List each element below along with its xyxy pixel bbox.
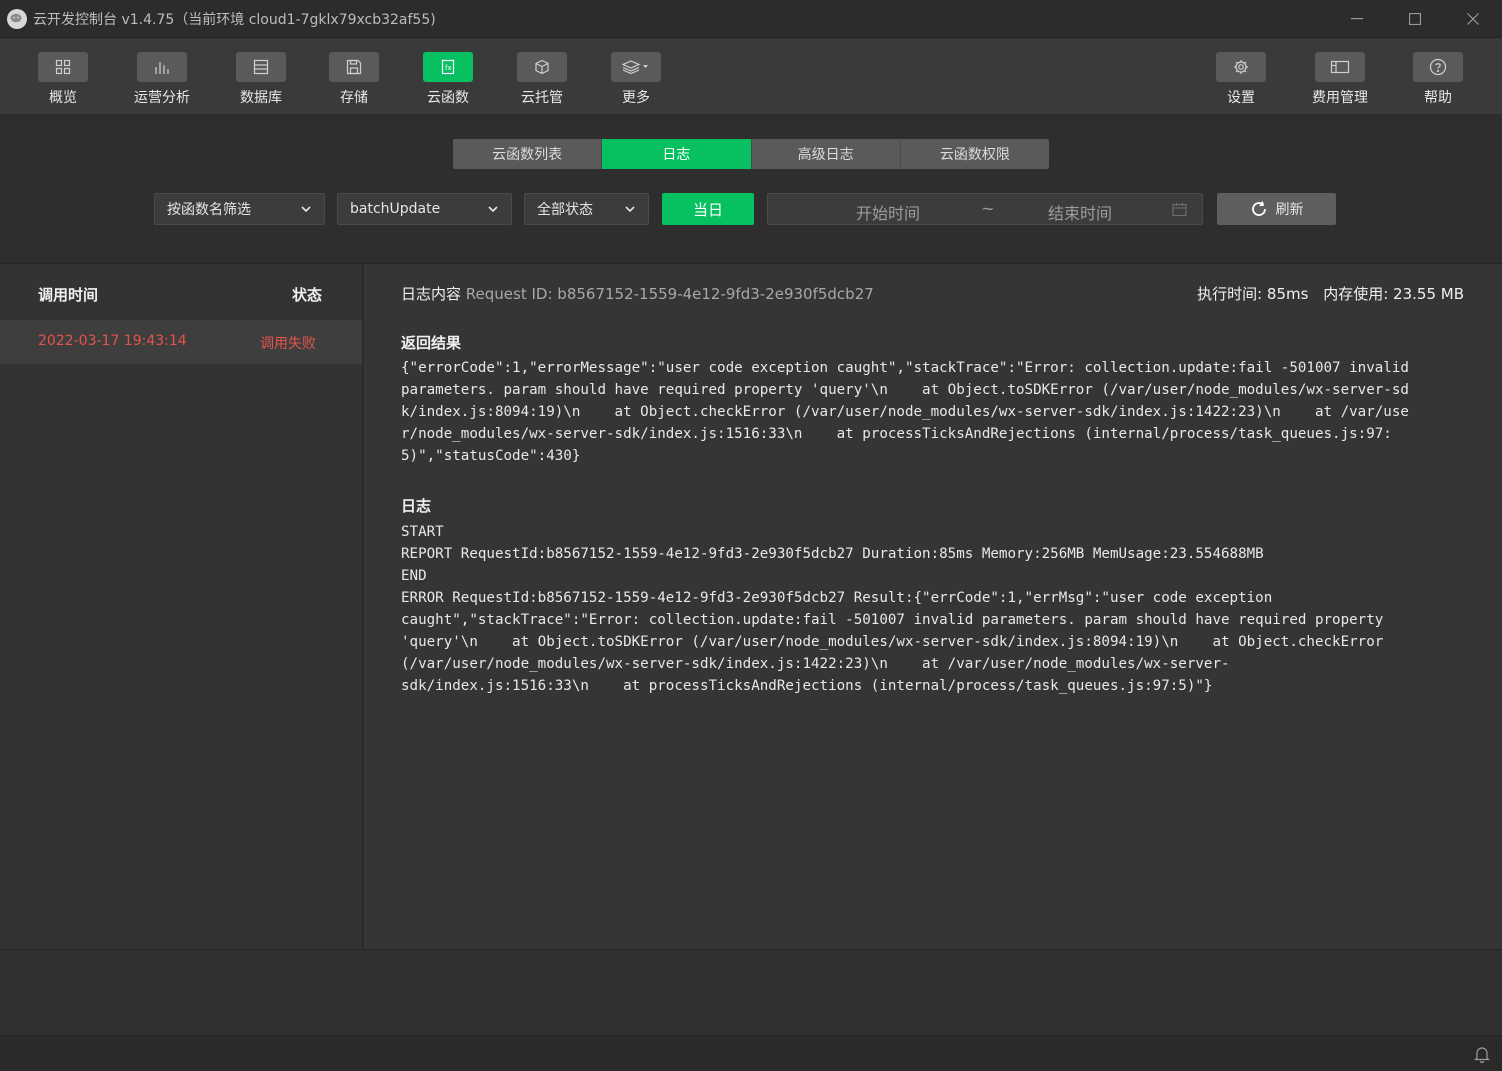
database-icon bbox=[236, 52, 286, 82]
title-bar: 云开发控制台 v1.4.75（当前环境 cloud1-7gklx79xcb32a… bbox=[0, 0, 1502, 38]
today-button[interactable]: 当日 bbox=[662, 193, 754, 225]
cube-icon bbox=[517, 52, 567, 82]
toolbar-cloud-function[interactable]: fx 云函数 bbox=[403, 52, 493, 107]
refresh-button[interactable]: 刷新 bbox=[1217, 193, 1336, 225]
bar-chart-icon bbox=[137, 52, 187, 82]
billing-icon bbox=[1315, 52, 1365, 82]
end-time-input[interactable]: 结束时间 bbox=[1048, 200, 1112, 224]
toolbar-label: 帮助 bbox=[1424, 90, 1452, 106]
column-header-time: 调用时间 bbox=[38, 286, 99, 304]
log-line: REPORT RequestId:b8567152-1559-4e12-9fd3… bbox=[401, 546, 1264, 562]
function-icon: fx bbox=[423, 52, 473, 82]
log-body: START REPORT RequestId:b8567152-1559-4e1… bbox=[401, 521, 1383, 697]
tab-logs[interactable]: 日志 bbox=[602, 139, 752, 169]
status-value: 全部状态 bbox=[537, 202, 593, 218]
function-tabs: 云函数列表 日志 高级日志 云函数权限 bbox=[453, 139, 1049, 169]
log-line: START bbox=[401, 524, 444, 540]
log-line: sdk/index.js:1516:33\n at processTicksAn… bbox=[401, 678, 1213, 694]
filter-type-select[interactable]: 按函数名筛选 bbox=[154, 193, 325, 225]
bottom-panel bbox=[0, 949, 1502, 1035]
memory-usage: 内存使用: 23.55 MB bbox=[1323, 285, 1464, 303]
toolbar-storage[interactable]: 存储 bbox=[309, 52, 399, 107]
log-metrics: 执行时间: 85ms 内存使用: 23.55 MB bbox=[1197, 283, 1464, 304]
toolbar-label: 费用管理 bbox=[1312, 90, 1368, 106]
close-icon[interactable] bbox=[1444, 0, 1502, 38]
log-detail-panel: 日志内容 Request ID: b8567152-1559-4e12-9fd3… bbox=[364, 264, 1502, 949]
log-detail-header: 日志内容 Request ID: b8567152-1559-4e12-9fd3… bbox=[401, 283, 874, 304]
exec-time: 执行时间: 85ms bbox=[1197, 285, 1309, 303]
maximize-icon[interactable] bbox=[1386, 0, 1444, 38]
toolbar-label: 云托管 bbox=[521, 90, 563, 106]
date-separator: ~ bbox=[981, 199, 995, 218]
log-line: (/var/user/node_modules/wx-server-sdk/in… bbox=[401, 656, 1230, 672]
code-line: r/node_modules/wx-server-sdk/index.js:15… bbox=[401, 426, 1392, 442]
save-icon bbox=[329, 52, 379, 82]
toolbar-database[interactable]: 数据库 bbox=[216, 52, 306, 107]
filter-type-value: 按函数名筛选 bbox=[167, 202, 251, 218]
chevron-down-icon bbox=[301, 206, 311, 213]
grid-icon bbox=[38, 52, 88, 82]
toolbar-label: 概览 bbox=[49, 90, 77, 106]
code-line: k/index.js:8094:19)\n at Object.checkErr… bbox=[401, 404, 1409, 420]
minimize-icon[interactable] bbox=[1328, 0, 1386, 38]
log-detail-heading: 日志内容 bbox=[401, 285, 462, 303]
date-range-picker[interactable]: 开始时间 ~ 结束时间 bbox=[767, 193, 1203, 225]
function-name-select[interactable]: batchUpdate bbox=[337, 193, 512, 225]
layers-icon bbox=[611, 52, 661, 82]
help-icon bbox=[1413, 52, 1463, 82]
toolbar-overview[interactable]: 概览 bbox=[18, 52, 108, 107]
toolbar-label: 更多 bbox=[622, 90, 650, 106]
chevron-down-icon bbox=[625, 206, 635, 213]
toolbar-label: 存储 bbox=[340, 90, 368, 106]
svg-text:fx: fx bbox=[445, 64, 452, 72]
column-header-status: 状态 bbox=[292, 286, 323, 304]
toolbar-label: 运营分析 bbox=[134, 90, 190, 106]
log-title: 日志 bbox=[401, 497, 432, 515]
main-toolbar: 概览 运营分析 数据库 存储 fx 云函数 云托管 更多 设置 费用管理 帮助 bbox=[0, 38, 1502, 114]
status-select[interactable]: 全部状态 bbox=[524, 193, 649, 225]
refresh-icon bbox=[1251, 201, 1266, 216]
toolbar-label: 设置 bbox=[1227, 90, 1255, 106]
refresh-label: 刷新 bbox=[1275, 202, 1304, 218]
start-time-input[interactable]: 开始时间 bbox=[856, 200, 920, 224]
gear-icon bbox=[1216, 52, 1266, 82]
window-title: 云开发控制台 v1.4.75（当前环境 cloud1-7gklx79xcb32a… bbox=[33, 11, 436, 28]
tab-advanced-logs[interactable]: 高级日志 bbox=[751, 139, 901, 169]
calendar-icon[interactable] bbox=[1172, 202, 1187, 217]
tab-function-list[interactable]: 云函数列表 bbox=[453, 139, 603, 169]
toolbar-billing[interactable]: 费用管理 bbox=[1295, 52, 1385, 107]
toolbar-settings[interactable]: 设置 bbox=[1196, 52, 1286, 107]
chevron-down-icon bbox=[488, 206, 498, 213]
log-line: caught","stackTrace":"Error: collection.… bbox=[401, 612, 1384, 628]
invocation-time: 2022-03-17 19:43:14 bbox=[38, 333, 187, 349]
tab-function-permissions[interactable]: 云函数权限 bbox=[900, 139, 1049, 169]
toolbar-label: 数据库 bbox=[240, 90, 282, 106]
toolbar-label: 云函数 bbox=[427, 90, 469, 106]
main-content: 云函数列表 日志 高级日志 云函数权限 按函数名筛选 batchUpdate 全… bbox=[0, 114, 1502, 1035]
return-result-body: {"errorCode":1,"errorMessage":"user code… bbox=[401, 357, 1409, 467]
wechat-logo-icon bbox=[7, 8, 27, 29]
invocation-row[interactable]: 2022-03-17 19:43:14 调用失败 bbox=[0, 320, 362, 364]
log-line: 'query'\n at Object.toSDKError (/var/use… bbox=[401, 634, 1384, 650]
invocation-list-header: 调用时间 状态 bbox=[0, 264, 362, 320]
toolbar-analytics[interactable]: 运营分析 bbox=[117, 52, 207, 107]
toolbar-cloud-hosting[interactable]: 云托管 bbox=[497, 52, 587, 107]
code-line: parameters. param should have required p… bbox=[401, 382, 1409, 398]
toolbar-help[interactable]: 帮助 bbox=[1393, 52, 1483, 107]
invocation-list: 调用时间 状态 2022-03-17 19:43:14 调用失败 bbox=[0, 264, 363, 949]
bell-icon[interactable] bbox=[1474, 1045, 1490, 1063]
code-line: 5)","statusCode":430} bbox=[401, 448, 581, 464]
log-line: END bbox=[401, 568, 427, 584]
toolbar-more[interactable]: 更多 bbox=[591, 52, 681, 107]
log-line: ERROR RequestId:b8567152-1559-4e12-9fd3-… bbox=[401, 590, 1273, 606]
request-id: Request ID: b8567152-1559-4e12-9fd3-2e93… bbox=[465, 285, 874, 303]
invocation-status: 调用失败 bbox=[260, 336, 316, 352]
return-result-title: 返回结果 bbox=[401, 334, 462, 352]
code-line: {"errorCode":1,"errorMessage":"user code… bbox=[401, 360, 1409, 376]
function-name-value: batchUpdate bbox=[350, 201, 441, 217]
status-bar bbox=[0, 1035, 1502, 1071]
